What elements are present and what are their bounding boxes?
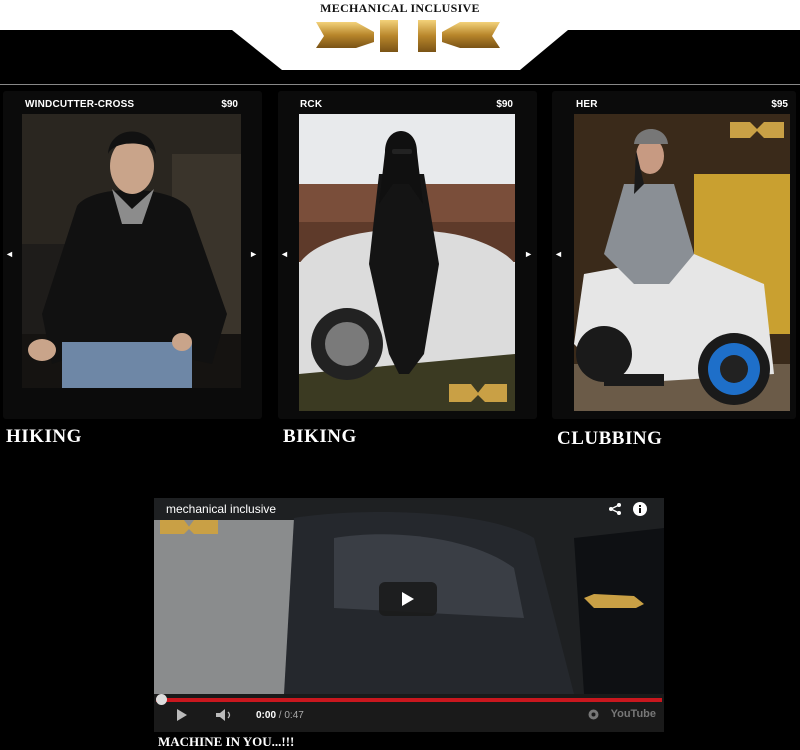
- carousel-prev-arrow[interactable]: ◄: [5, 249, 14, 259]
- product-photo[interactable]: [299, 114, 515, 411]
- video-controls: 0:00 / 0:47 YouTube: [154, 694, 664, 732]
- brand-title: MECHANICAL INCLUSIVE: [320, 1, 480, 15]
- carousel-prev-arrow[interactable]: ◄: [554, 249, 563, 259]
- current-time: 0:00: [256, 710, 277, 721]
- product-price: $90: [221, 99, 238, 110]
- progress-scrubber[interactable]: [156, 694, 167, 705]
- carousel-next-arrow[interactable]: ►: [524, 249, 533, 259]
- product-photo[interactable]: [22, 114, 241, 388]
- product-name: HER: [576, 99, 598, 110]
- product-card-windcutter[interactable]: WINDCUTTER-CROSS $90 ◄ ►: [3, 91, 262, 419]
- carousel-prev-arrow[interactable]: ◄: [280, 249, 289, 259]
- category-caption-biking[interactable]: BIKING: [283, 426, 357, 448]
- progress-bar[interactable]: [156, 698, 662, 702]
- video-time: 0:00 / 0:47: [256, 710, 304, 721]
- video-player[interactable]: mechanical inclusive 0:00 / 0:47 YouTube: [154, 498, 664, 732]
- brand-logo-icon[interactable]: [316, 16, 500, 54]
- category-caption-hiking[interactable]: HIKING: [6, 426, 82, 448]
- info-icon[interactable]: [632, 501, 648, 517]
- product-card-her[interactable]: HER $95 ◄: [552, 91, 796, 419]
- product-name: WINDCUTTER-CROSS: [25, 99, 135, 110]
- play-icon[interactable]: [176, 709, 188, 721]
- volume-icon[interactable]: [216, 709, 234, 721]
- product-name: RCK: [300, 99, 323, 110]
- video-duration: 0:47: [284, 710, 304, 721]
- product-price: $95: [771, 99, 788, 110]
- play-button-icon[interactable]: [379, 582, 437, 616]
- product-card-rck[interactable]: RCK $90 ◄ ►: [278, 91, 537, 419]
- share-icon[interactable]: [608, 502, 622, 516]
- product-price: $90: [496, 99, 513, 110]
- tagline: MACHINE IN YOU...!!!: [158, 734, 295, 749]
- category-caption-clubbing[interactable]: CLUBBING: [557, 428, 662, 450]
- product-photo[interactable]: [574, 114, 790, 411]
- youtube-logo[interactable]: YouTube: [611, 708, 656, 720]
- settings-icon[interactable]: [588, 709, 599, 720]
- carousel-next-arrow[interactable]: ►: [249, 249, 258, 259]
- video-title[interactable]: mechanical inclusive: [166, 502, 276, 516]
- header-divider: [0, 84, 800, 85]
